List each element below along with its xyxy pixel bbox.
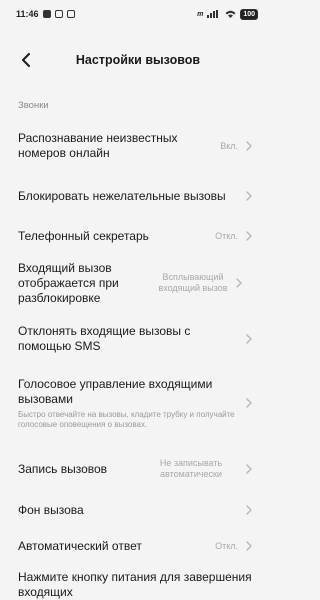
chevron-right-icon <box>244 332 254 346</box>
chevron-right-icon <box>244 539 254 553</box>
setting-decline-sms[interactable]: Отклонять входящие вызовы с помощью SMS <box>0 322 270 356</box>
row-text: Блокировать нежелательные вызовы <box>18 189 244 204</box>
app-icon <box>66 10 75 18</box>
chevron-right-icon <box>244 189 254 203</box>
notification-icon <box>42 10 51 18</box>
row-value: Не записывать автоматически <box>159 458 223 479</box>
row-title: Автоматический ответ <box>18 538 142 553</box>
setting-block-calls[interactable]: Блокировать нежелательные вызовы <box>0 178 270 214</box>
status-right: m 100 <box>197 8 258 20</box>
setting-online-caller-id[interactable]: Распознавание неизвестных номеров онлайн… <box>0 128 270 164</box>
signal-icon <box>207 10 219 18</box>
row-value: Откл. <box>215 540 238 551</box>
row-title: Голосовое управление входящими вызовами <box>18 376 213 406</box>
setting-auto-answer[interactable]: Автоматический ответ Откл. <box>0 536 270 556</box>
row-title: Распознавание неизвестных номеров онлайн <box>18 131 178 160</box>
status-left: 11:46 <box>16 9 75 19</box>
status-time: 11:46 <box>16 9 39 19</box>
chevron-right-icon <box>244 462 254 476</box>
chevron-right-icon <box>244 139 254 153</box>
row-text: Телефонный секретарь <box>18 229 215 244</box>
setting-call-recording[interactable]: Запись вызовов Не записывать автоматичес… <box>0 452 270 486</box>
row-text: Распознавание неизвестных номеров онлайн <box>18 131 220 161</box>
wifi-icon <box>225 10 236 18</box>
back-arrow-icon <box>22 53 30 67</box>
row-value: Всплывающий входящий вызов <box>158 272 228 293</box>
chevron-right-icon <box>244 503 254 517</box>
chevron-right-icon <box>244 229 254 243</box>
row-title: Входящий вызов отображается при разблоки… <box>18 260 119 305</box>
row-value: Вкл. <box>220 140 238 151</box>
row-title: Фон вызова <box>18 502 84 517</box>
setting-answering-machine[interactable]: Телефонный секретарь Откл. <box>0 226 270 246</box>
battery-icon: 100 <box>240 8 258 20</box>
row-title: Отклонять входящие вызовы с помощью SMS <box>18 324 191 353</box>
row-title: Нажмите кнопку питания для завершения вх… <box>18 570 252 599</box>
row-text: Входящий вызов отображается при разблоки… <box>18 261 158 306</box>
row-text: Нажмите кнопку питания для завершения вх… <box>18 570 254 600</box>
network-icon: m <box>197 10 204 18</box>
row-text: Фон вызова <box>18 503 244 518</box>
chevron-right-icon <box>244 396 254 410</box>
row-value: Откл. <box>215 230 238 241</box>
back-button[interactable] <box>14 48 38 72</box>
row-title: Блокировать нежелательные вызовы <box>18 188 226 203</box>
setting-incoming-call-display[interactable]: Входящий вызов отображается при разблоки… <box>0 260 270 306</box>
setting-voice-control[interactable]: Голосовое управление входящими вызовами … <box>0 372 270 434</box>
row-title: Запись вызовов <box>18 461 108 476</box>
row-text: Отклонять входящие вызовы с помощью SMS <box>18 324 244 354</box>
section-label: Звонки <box>18 100 49 111</box>
page-title: Настройки вызовов <box>75 53 201 67</box>
row-title: Телефонный секретарь <box>18 228 149 243</box>
row-text: Автоматический ответ <box>18 539 215 554</box>
message-icon <box>54 10 63 18</box>
status-bar: 11:46 m 100 <box>0 0 270 28</box>
row-text: Запись вызовов <box>18 462 144 477</box>
row-text: Голосовое управление входящими вызовами … <box>18 377 244 430</box>
header: Настройки вызовов <box>0 40 270 80</box>
row-description: Быстро отвечайте на вызовы, кладите труб… <box>18 409 235 429</box>
chevron-right-icon <box>234 276 244 290</box>
setting-power-button-end-call[interactable]: Нажмите кнопку питания для завершения вх… <box>0 570 270 600</box>
setting-call-background[interactable]: Фон вызова <box>0 500 270 520</box>
